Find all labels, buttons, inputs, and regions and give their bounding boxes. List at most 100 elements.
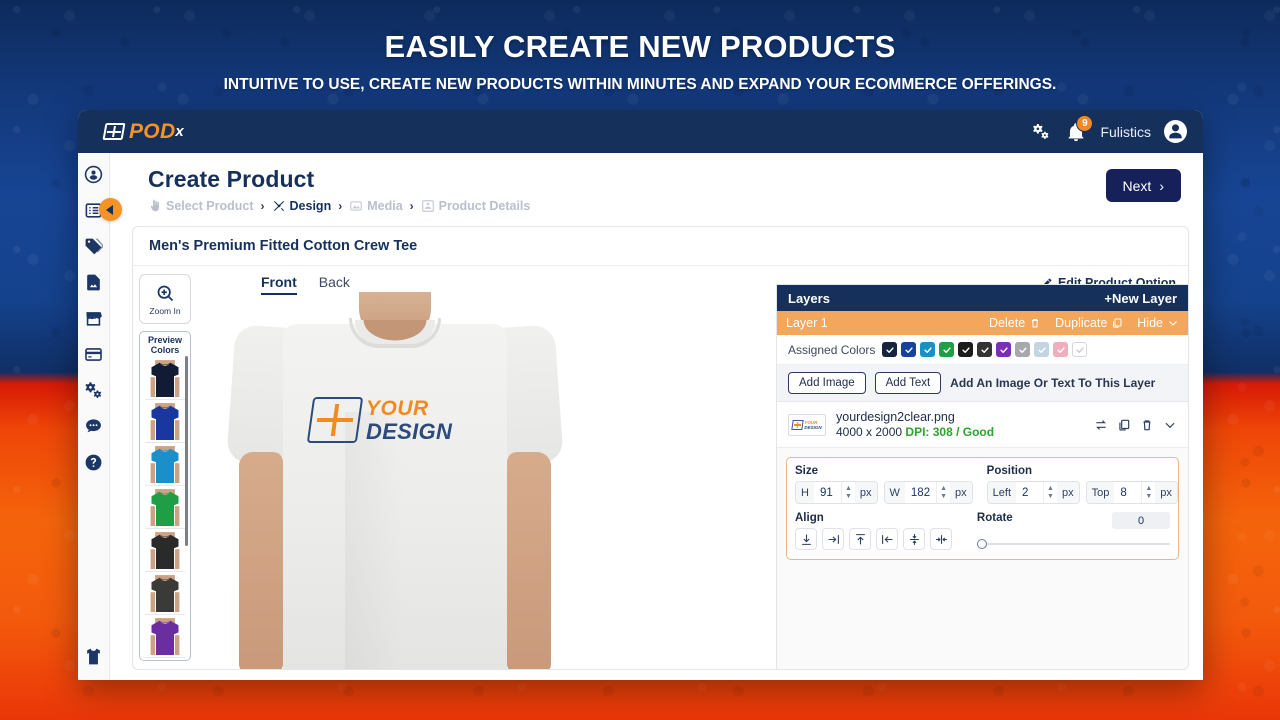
trash-icon[interactable]	[1140, 418, 1154, 432]
left-stepper[interactable]: ▲ ▼	[1043, 482, 1057, 503]
width-value[interactable]: 182	[905, 487, 936, 499]
design-placement[interactable]: YOUR DESIGN	[306, 392, 470, 448]
preview-color-tee-5[interactable]	[145, 573, 185, 615]
align-bottom-icon[interactable]	[795, 528, 817, 550]
add-image-button[interactable]: Add Image	[788, 372, 866, 394]
breadcrumb-item-media[interactable]: Media	[349, 199, 403, 213]
rotate-value[interactable]: 0	[1112, 512, 1170, 529]
rotate-slider-knob[interactable]	[976, 539, 987, 549]
breadcrumb-item-product-details[interactable]: Product Details	[421, 199, 530, 213]
color-swatch-3[interactable]	[939, 342, 955, 357]
next-button[interactable]: Next ›	[1105, 169, 1181, 202]
app-window: POD x 9 Fulistics Create Product Select …	[78, 110, 1203, 680]
color-swatch-8[interactable]	[1034, 342, 1050, 357]
preview-color-tee-1[interactable]	[145, 401, 185, 443]
align-right-icon[interactable]	[822, 528, 844, 550]
height-key: H	[796, 482, 814, 503]
delete-layer-button[interactable]: Delete	[989, 316, 1041, 330]
avatar[interactable]	[1164, 120, 1187, 143]
center-vertical-icon[interactable]	[903, 528, 925, 550]
layer-properties: Size H 91 ▲ ▼ px W 182 ▲ ▼ px Position L…	[786, 457, 1179, 560]
preview-color-tee-4[interactable]	[145, 530, 185, 572]
preview-colors-title: Preview Colors	[142, 335, 188, 355]
align-rotate-row: Align Rotate 0	[795, 512, 1170, 550]
color-swatch-10[interactable]	[1072, 342, 1088, 357]
duplicate-layer-button[interactable]: Duplicate	[1055, 316, 1123, 330]
color-swatch-7[interactable]	[1015, 342, 1031, 357]
preview-color-tee-2[interactable]	[145, 444, 185, 486]
assigned-colors-row: Assigned Colors	[777, 335, 1188, 365]
preview-color-tee-0[interactable]	[145, 358, 185, 400]
zoom-in-button[interactable]: Zoom In	[139, 274, 191, 324]
chevron-down-icon[interactable]	[1163, 418, 1177, 432]
sidebar-item-designs[interactable]	[84, 273, 103, 292]
width-field[interactable]: W 182 ▲ ▼ px	[883, 481, 973, 504]
width-stepper[interactable]: ▲ ▼	[936, 482, 950, 503]
rotate-slider[interactable]	[976, 538, 1170, 550]
height-value[interactable]: 91	[814, 487, 841, 499]
height-field[interactable]: H 91 ▲ ▼ px	[795, 481, 878, 504]
size-group: Size H 91 ▲ ▼ px W 182 ▲ ▼ px	[795, 465, 973, 504]
collapse-sidebar-button[interactable]	[99, 198, 122, 221]
color-swatch-2[interactable]	[920, 342, 936, 357]
sidebar-item-stores[interactable]	[84, 309, 103, 328]
color-swatch-5[interactable]	[977, 342, 993, 357]
sidebar-item-billing[interactable]	[84, 345, 103, 364]
sidebar-item-catalog[interactable]	[84, 647, 103, 666]
add-text-button[interactable]: Add Text	[874, 372, 942, 394]
sidebar-item-settings[interactable]	[84, 381, 103, 400]
color-swatch-6[interactable]	[996, 342, 1012, 357]
align-left-icon[interactable]	[876, 528, 898, 550]
notification-badge: 9	[1076, 114, 1094, 132]
hide-layer-button[interactable]: Hide	[1137, 316, 1179, 330]
design-text-bottom: DESIGN	[366, 418, 453, 444]
designer-body: Zoom In Preview Colors Front Back Edit P…	[133, 266, 1188, 669]
hide-label: Hide	[1137, 316, 1163, 330]
color-swatch-1[interactable]	[901, 342, 917, 357]
file-info: yourdesign2clear.png 4000 x 2000 DPI: 30…	[836, 410, 1084, 439]
preview-color-tee-6[interactable]	[145, 616, 185, 658]
main-content: Create Product Select Product › Design ›	[99, 153, 1203, 680]
podx-logo[interactable]: POD x	[102, 120, 184, 144]
breadcrumb-item-select-product[interactable]: Select Product	[148, 199, 254, 213]
align-top-icon[interactable]	[849, 528, 871, 550]
height-stepper[interactable]: ▲ ▼	[840, 482, 855, 503]
preview-colors-scrollbar[interactable]	[185, 356, 188, 546]
top-stepper[interactable]: ▲ ▼	[1141, 482, 1155, 503]
top-value[interactable]: 8	[1114, 487, 1141, 499]
new-layer-button[interactable]: +New Layer	[1104, 291, 1177, 306]
sidebar-item-account[interactable]	[84, 165, 103, 184]
tshirt-icon	[150, 617, 180, 655]
preview-color-tee-3[interactable]	[145, 487, 185, 529]
tool-column: Zoom In Preview Colors	[133, 266, 195, 669]
tshirt-icon	[150, 531, 180, 569]
sidebar-item-support[interactable]	[84, 417, 103, 436]
add-content-hint: Add An Image Or Text To This Layer	[950, 376, 1156, 390]
layer-file-row: YOUR DESIGN yourdesign2clear.png 4000 x …	[777, 402, 1188, 448]
center-horizontal-icon[interactable]	[930, 528, 952, 550]
color-swatch-9[interactable]	[1053, 342, 1069, 357]
left-field[interactable]: Left 2 ▲ ▼ px	[986, 481, 1080, 504]
page-root: EASILY CREATE NEW PRODUCTS INTUITIVE TO …	[0, 0, 1280, 720]
color-swatch-0[interactable]	[882, 342, 898, 357]
notifications-bell[interactable]: 9	[1065, 114, 1094, 143]
thumb-logo-text: YOUR DESIGN	[804, 420, 821, 430]
file-actions	[1094, 418, 1177, 432]
size-label: Size	[795, 465, 819, 477]
duplicate-label: Duplicate	[1055, 316, 1108, 330]
page-header: Create Product Select Product › Design ›	[110, 153, 1203, 213]
check-icon	[962, 346, 970, 353]
sidebar-item-help[interactable]	[84, 453, 103, 472]
color-swatch-4[interactable]	[958, 342, 974, 357]
position-group: Position Left 2 ▲ ▼ px Top 8 ▲ ▼ px	[986, 465, 1178, 504]
breadcrumb-item-design[interactable]: Design	[272, 199, 331, 213]
swap-icon[interactable]	[1094, 418, 1108, 432]
gears-icon[interactable]	[1030, 122, 1052, 142]
check-icon	[886, 346, 894, 353]
top-field[interactable]: Top 8 ▲ ▼ px	[1085, 481, 1178, 504]
file-dpi: DPI: 308 / Good	[905, 425, 995, 439]
left-value[interactable]: 2	[1016, 487, 1043, 499]
copy-icon[interactable]	[1117, 418, 1131, 432]
sidebar-item-products[interactable]	[84, 237, 105, 256]
shirt-mockup[interactable]: YOUR DESIGN	[225, 292, 565, 669]
